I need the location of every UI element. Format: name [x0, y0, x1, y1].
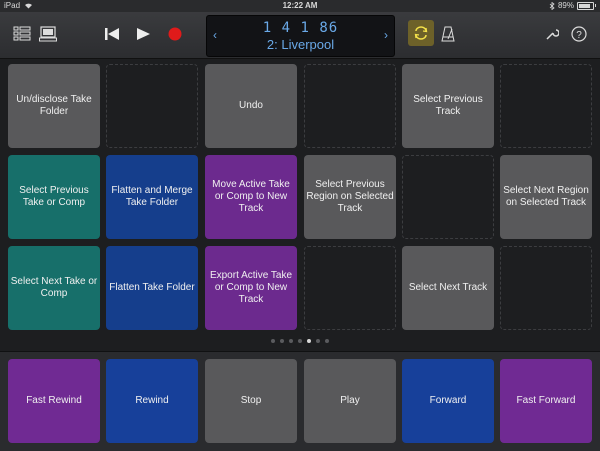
help-button[interactable]: ? — [569, 24, 589, 44]
battery-percent: 89% — [557, 1, 574, 10]
metronome-button[interactable] — [438, 23, 458, 45]
lcd-position: 1 4 1 86 — [262, 20, 339, 36]
status-bar: iPad 12:22 AM 89% — [0, 0, 600, 12]
settings-button[interactable] — [543, 24, 561, 44]
page-dot[interactable] — [280, 339, 284, 343]
svg-text:?: ? — [576, 30, 582, 41]
pad-flatten-take-folder[interactable]: Flatten Take Folder — [106, 246, 198, 330]
pad-select-previous-region[interactable]: Select Previous Region on Selected Track — [304, 155, 396, 239]
pad-select-previous-track[interactable]: Select Previous Track — [402, 64, 494, 148]
play-button[interactable] — [133, 24, 153, 44]
play-pad-button[interactable]: Play — [304, 359, 396, 443]
pad-move-active-take[interactable]: Move Active Take or Comp to New Track — [205, 155, 297, 239]
page-dot-active[interactable] — [307, 339, 311, 343]
wrench-icon — [546, 29, 559, 40]
pad-empty[interactable] — [106, 64, 198, 148]
pad-export-active-take[interactable]: Export Active Take or Comp to New Track — [205, 246, 297, 330]
page-dot[interactable] — [271, 339, 275, 343]
pad-empty[interactable] — [304, 246, 396, 330]
stop-button[interactable]: Stop — [205, 359, 297, 443]
pad-empty[interactable] — [304, 64, 396, 148]
control-bar: ‹ 1 4 1 86 2: Liverpool › ? — [0, 12, 600, 59]
pad-empty[interactable] — [500, 64, 592, 148]
cycle-button[interactable] — [408, 20, 434, 46]
page-dot[interactable] — [316, 339, 320, 343]
pad-undo[interactable]: Undo — [205, 64, 297, 148]
battery-icon — [577, 1, 594, 10]
record-icon — [168, 27, 182, 41]
pad-select-next-track[interactable]: Select Next Track — [402, 246, 494, 330]
go-to-beginning-button[interactable] — [102, 24, 122, 44]
pad-select-next-take[interactable]: Select Next Take or Comp — [8, 246, 100, 330]
mixer-icon[interactable] — [38, 24, 58, 44]
status-time: 12:22 AM — [282, 1, 318, 10]
record-button[interactable] — [165, 24, 185, 44]
page-dot[interactable] — [325, 339, 329, 343]
help-icon: ? — [571, 26, 587, 42]
page-dot[interactable] — [289, 339, 293, 343]
bluetooth-icon — [549, 1, 555, 10]
pad-empty[interactable] — [500, 246, 592, 330]
page-indicator[interactable] — [0, 339, 600, 343]
fast-rewind-button[interactable]: Fast Rewind — [8, 359, 100, 443]
play-icon — [137, 28, 150, 40]
metronome-icon — [441, 26, 455, 42]
pad-select-next-region[interactable]: Select Next Region on Selected Track — [500, 155, 592, 239]
pad-flatten-merge-take-folder[interactable]: Flatten and Merge Take Folder — [106, 155, 198, 239]
cycle-icon — [414, 26, 428, 40]
pad-select-previous-take[interactable]: Select Previous Take or Comp — [8, 155, 100, 239]
lcd-track-name: 2: Liverpool — [266, 37, 335, 52]
forward-button[interactable]: Forward — [402, 359, 494, 443]
lcd-display[interactable]: ‹ 1 4 1 86 2: Liverpool › — [206, 15, 395, 57]
lcd-next-icon[interactable]: › — [384, 28, 388, 42]
rewind-button[interactable]: Rewind — [106, 359, 198, 443]
fast-forward-button[interactable]: Fast Forward — [500, 359, 592, 443]
pad-empty[interactable] — [402, 155, 494, 239]
page-dot[interactable] — [298, 339, 302, 343]
view-toggle-icon[interactable] — [12, 24, 32, 44]
skip-back-icon — [105, 28, 119, 40]
pad-undisclose-take-folder[interactable]: Un/disclose Take Folder — [8, 64, 100, 148]
